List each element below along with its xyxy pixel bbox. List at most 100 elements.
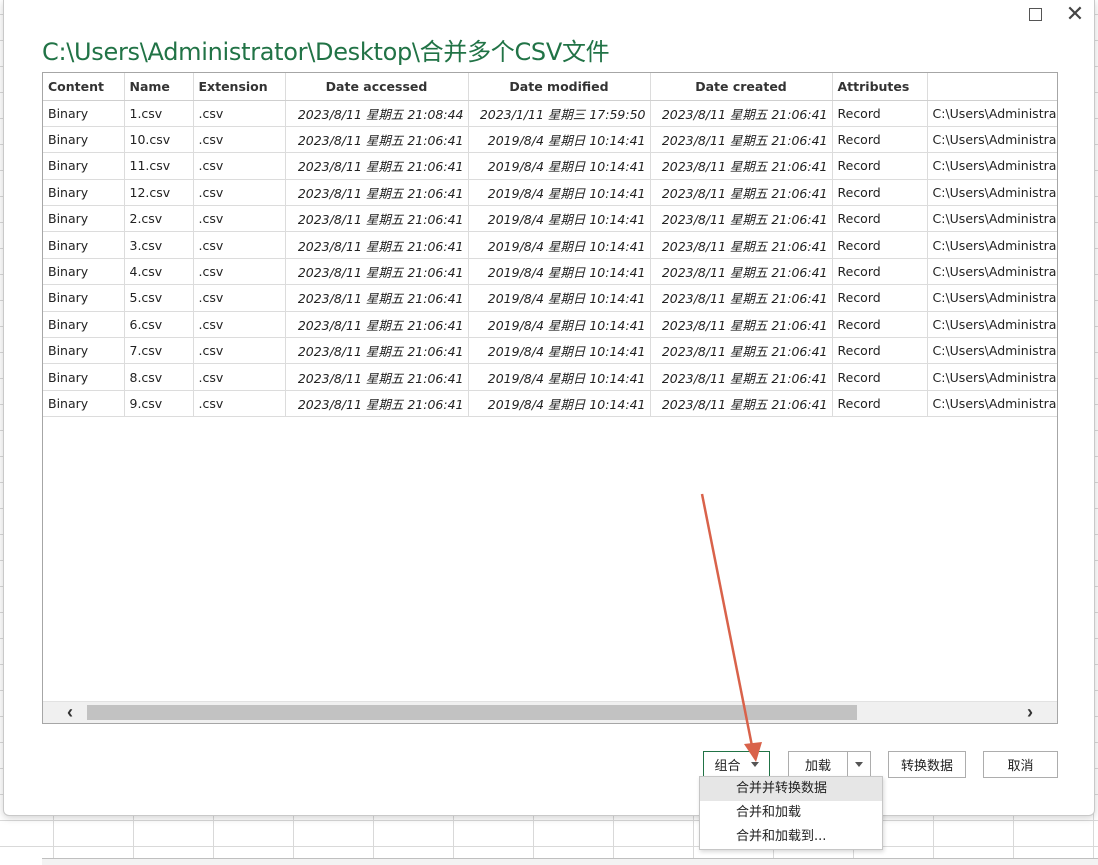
table-cell: 2019/8/4 星期日 10:14:41	[468, 284, 651, 312]
table-row[interactable]: Binary 9.csv .csv 2023/8/11 星期五 21:06:41 201…	[43, 390, 1057, 418]
table-cell: Record	[832, 337, 928, 365]
close-icon: ✕	[1065, 1, 1085, 26]
table-cell: 2023/8/11 星期五 21:06:41	[650, 179, 833, 207]
table-cell: 2023/8/11 星期五 21:06:41	[285, 152, 469, 180]
table-row[interactable]: Binary 7.csv .csv 2023/8/11 星期五 21:06:41 201…	[43, 337, 1057, 365]
load-button[interactable]: 加载	[788, 751, 848, 778]
column-header[interactable]: Date modified	[468, 73, 651, 101]
table-cell: 2023/8/11 星期五 21:06:41	[285, 311, 469, 339]
table-cell: C:\Users\Administra	[927, 284, 1057, 312]
table-cell: 2023/8/11 星期五 21:06:41	[285, 126, 469, 154]
table-cell: 2023/8/11 星期五 21:06:41	[285, 231, 469, 259]
menu-item-combine-load-to[interactable]: 合并和加载到...	[700, 825, 882, 849]
table-cell: 6.csv	[124, 311, 194, 339]
table-cell: .csv	[193, 126, 286, 154]
table-cell: 2023/8/11 星期五 21:06:41	[650, 126, 833, 154]
table-cell: Binary	[43, 284, 125, 312]
table-cell: 2019/8/4 星期日 10:14:41	[468, 205, 651, 233]
table-row[interactable]: Binary 10.csv .csv 2023/8/11 星期五 21:06:41 20…	[43, 126, 1057, 154]
table-cell: 2023/8/11 星期五 21:06:41	[650, 284, 833, 312]
table-cell: 2023/8/11 星期五 21:08:44	[285, 100, 469, 127]
load-button-label: 加载	[804, 759, 831, 774]
table-cell: .csv	[193, 311, 286, 339]
table-cell: Binary	[43, 179, 125, 207]
table-cell: .csv	[193, 284, 286, 312]
table-cell: C:\Users\Administra	[927, 100, 1057, 127]
transform-data-label: 转换数据	[900, 759, 953, 774]
table-row[interactable]: Binary 1.csv .csv 2023/8/11 星期五 21:08:44 202…	[43, 100, 1057, 127]
table-row[interactable]: Binary 12.csv .csv 2023/8/11 星期五 21:06:41 20…	[43, 179, 1057, 207]
table-cell: Record	[832, 205, 928, 233]
table-cell: Binary	[43, 258, 125, 286]
column-header[interactable]: Date accessed	[285, 73, 469, 101]
table-cell: C:\Users\Administra	[927, 205, 1057, 233]
scrollbar-thumb[interactable]	[87, 705, 857, 720]
column-header[interactable]: Attributes	[832, 73, 928, 101]
table-cell: 2023/8/11 星期五 21:06:41	[285, 363, 469, 391]
table-cell: Record	[832, 258, 928, 286]
table-row[interactable]: Binary 3.csv .csv 2023/8/11 星期五 21:06:41 201…	[43, 231, 1057, 259]
table-cell: 2019/8/4 星期日 10:14:41	[468, 152, 651, 180]
table-cell: 4.csv	[124, 258, 194, 286]
folder-path-title: C:\Users\Administrator\Desktop\合并多个CSV文件	[42, 38, 610, 66]
table-cell: .csv	[193, 258, 286, 286]
table-cell: C:\Users\Administra	[927, 311, 1057, 339]
menu-item-combine-load[interactable]: 合并和加载	[700, 801, 882, 825]
table-cell: 2023/8/11 星期五 21:06:41	[650, 363, 833, 391]
table-cell: 2019/8/4 星期日 10:14:41	[468, 231, 651, 259]
load-dropdown-button[interactable]	[847, 751, 871, 778]
table-cell: Binary	[43, 337, 125, 365]
table-cell: 2023/8/11 星期五 21:06:41	[650, 337, 833, 365]
table-row[interactable]: Binary 5.csv .csv 2023/8/11 星期五 21:06:41 201…	[43, 284, 1057, 312]
table-cell: .csv	[193, 100, 286, 127]
table-cell: .csv	[193, 363, 286, 391]
table-cell: 2023/8/11 星期五 21:06:41	[285, 337, 469, 365]
scroll-right-button[interactable]: ›	[1019, 702, 1041, 723]
table-row[interactable]: Binary 4.csv .csv 2023/8/11 星期五 21:06:41 201…	[43, 258, 1057, 286]
table-cell: C:\Users\Administra	[927, 390, 1057, 418]
table-cell: 2023/8/11 星期五 21:06:41	[650, 100, 833, 127]
table-cell: 2019/8/4 星期日 10:14:41	[468, 311, 651, 339]
table-cell: Record	[832, 390, 928, 418]
scroll-left-button[interactable]: ‹	[59, 702, 81, 723]
transform-data-button[interactable]: 转换数据	[888, 751, 966, 778]
table-row[interactable]: Binary 8.csv .csv 2023/8/11 星期五 21:06:41 201…	[43, 363, 1057, 391]
column-header[interactable]: Extension	[193, 73, 286, 101]
table-cell: 2023/8/11 星期五 21:06:41	[650, 390, 833, 418]
close-button[interactable]: ✕	[1062, 1, 1088, 26]
combine-button[interactable]: 组合	[703, 751, 770, 778]
table-cell: 3.csv	[124, 231, 194, 259]
table-cell: Binary	[43, 363, 125, 391]
table-cell: Record	[832, 179, 928, 207]
column-header[interactable]: Date created	[650, 73, 833, 101]
table-cell: 2019/8/4 星期日 10:14:41	[468, 390, 651, 418]
table-cell: Binary	[43, 100, 125, 127]
combine-button-label: 组合	[714, 759, 741, 774]
table-row[interactable]: Binary 11.csv .csv 2023/8/11 星期五 21:06:41 20…	[43, 152, 1057, 180]
maximize-button[interactable]	[1022, 2, 1048, 26]
table-cell: Binary	[43, 231, 125, 259]
cancel-button-label: 取消	[1007, 759, 1034, 774]
menu-item-combine-transform[interactable]: 合并并转换数据	[700, 777, 882, 801]
chevron-down-icon	[855, 762, 863, 767]
table-cell: 2023/8/11 星期五 21:06:41	[650, 152, 833, 180]
table-cell: .csv	[193, 205, 286, 233]
table-cell: 2019/8/4 星期日 10:14:41	[468, 337, 651, 365]
horizontal-scrollbar[interactable]: ‹ ›	[43, 701, 1057, 723]
table-cell: .csv	[193, 152, 286, 180]
table-cell: 2023/8/11 星期五 21:06:41	[650, 258, 833, 286]
table-cell: 5.csv	[124, 284, 194, 312]
table-cell: .csv	[193, 337, 286, 365]
table-cell: Record	[832, 152, 928, 180]
cancel-button[interactable]: 取消	[983, 751, 1058, 778]
column-header[interactable]: Name	[124, 73, 194, 101]
table-row[interactable]: Binary 2.csv .csv 2023/8/11 星期五 21:06:41 201…	[43, 205, 1057, 233]
column-header[interactable]: Content	[43, 73, 125, 101]
table-cell: C:\Users\Administra	[927, 231, 1057, 259]
column-header[interactable]: F	[927, 73, 1057, 101]
maximize-icon	[1028, 7, 1042, 21]
table-row[interactable]: Binary 6.csv .csv 2023/8/11 星期五 21:06:41 201…	[43, 311, 1057, 339]
table-cell: 7.csv	[124, 337, 194, 365]
table-cell: C:\Users\Administra	[927, 152, 1057, 180]
table-cell: 2023/8/11 星期五 21:06:41	[285, 258, 469, 286]
